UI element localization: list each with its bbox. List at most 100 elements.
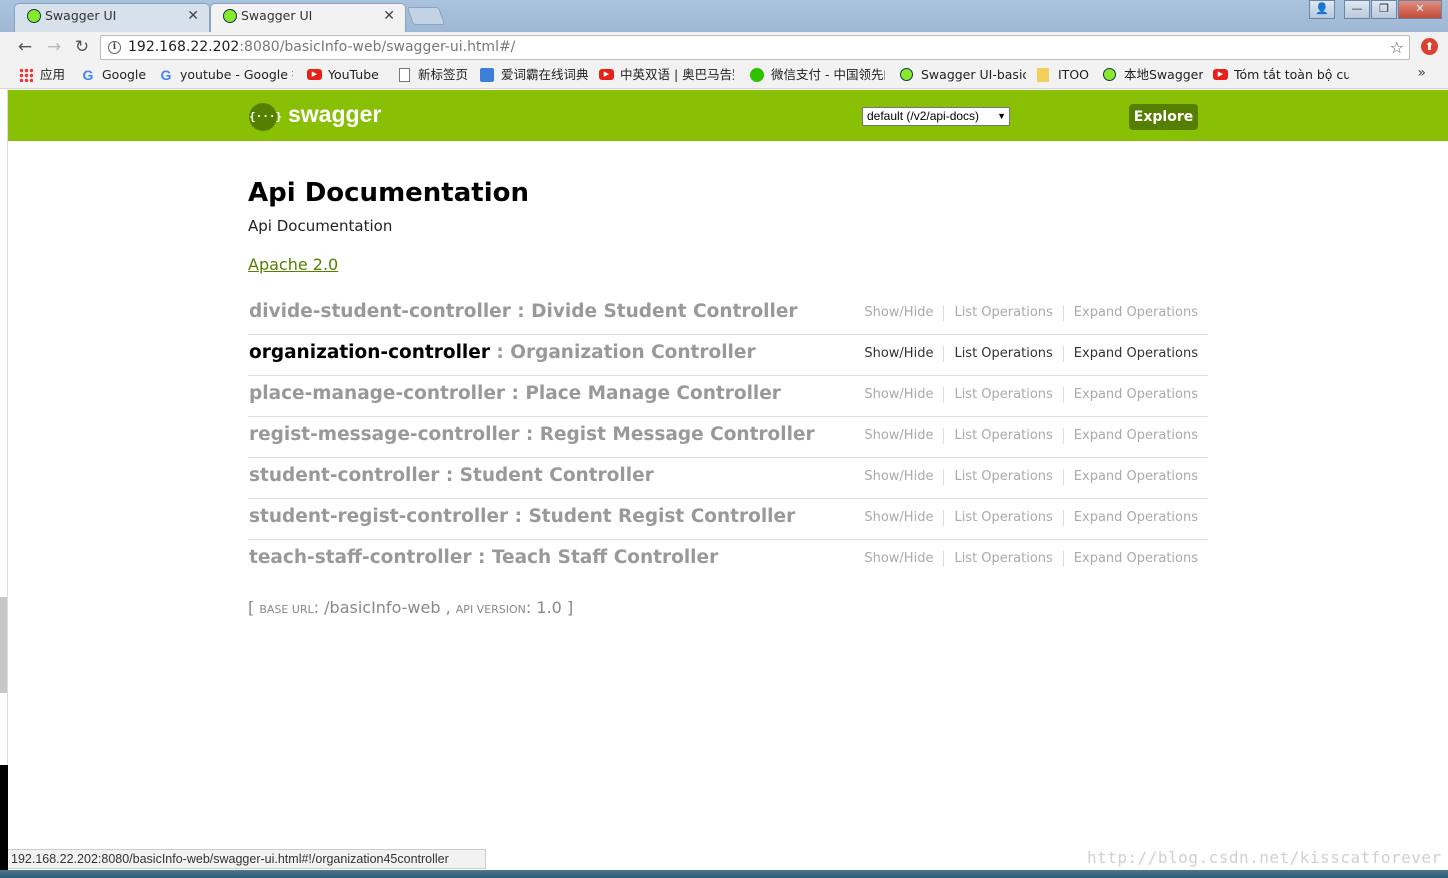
list-operations-link[interactable]: List Operations (943, 387, 1062, 403)
left-scrollbar (0, 89, 8, 878)
bookmark-tom-tat[interactable]: ▶ Tóm tắt toàn bộ cuộc (1213, 66, 1349, 84)
resource-heading[interactable]: teach-staff-controller : Teach Staff Con… (249, 547, 718, 568)
url-host: 192.168.22.202 (128, 39, 240, 55)
list-operations-link[interactable]: List Operations (943, 305, 1062, 321)
resource-heading[interactable]: student-controller : Student Controller (249, 465, 654, 486)
bookmarks-overflow-icon[interactable]: » (1417, 65, 1426, 81)
expand-operations-link[interactable]: Expand Operations (1062, 469, 1208, 485)
api-title: Api Documentation (248, 178, 529, 208)
swagger-logo-icon[interactable]: {···} (249, 103, 282, 131)
status-bar-url: 192.168.22.202:8080/basicInfo-web/swagge… (8, 849, 486, 869)
tab-close-icon[interactable]: ✕ (187, 4, 199, 28)
list-operations-link[interactable]: List Operations (943, 346, 1062, 362)
folder-icon (1037, 68, 1049, 82)
resource-name[interactable]: teach-staff-controller (249, 547, 472, 568)
resource-separator: : (510, 301, 532, 322)
show-hide-link[interactable]: Show/Hide (854, 510, 943, 526)
info-icon[interactable]: i (108, 41, 121, 54)
youtube-icon: ▶ (307, 69, 322, 80)
resource-name[interactable]: organization-controller (249, 342, 490, 363)
expand-operations-link[interactable]: Expand Operations (1062, 428, 1208, 444)
show-hide-link[interactable]: Show/Hide (854, 346, 943, 362)
expand-operations-link[interactable]: Expand Operations (1062, 305, 1208, 321)
bookmark-obama[interactable]: ▶ 中英双语 | 奥巴马告别 (599, 66, 734, 84)
new-tab-button[interactable] (406, 7, 446, 25)
bookmark-new-tab[interactable]: 新标签页 (397, 66, 469, 84)
resource-name[interactable]: regist-message-controller (249, 424, 519, 445)
list-operations-link[interactable]: List Operations (943, 551, 1062, 567)
resource-divide-student-controller: divide-student-controller : Divide Stude… (248, 294, 1208, 335)
resource-heading[interactable]: regist-message-controller : Regist Messa… (249, 424, 815, 445)
explore-button[interactable]: Explore (1129, 104, 1198, 130)
swagger-page: {···} swagger default (/v2/api-docs) ▼ E… (8, 90, 1448, 870)
show-hide-link[interactable]: Show/Hide (854, 469, 943, 485)
expand-operations-link[interactable]: Expand Operations (1062, 387, 1208, 403)
tab-swagger-ui-1[interactable]: Swagger UI ✕ (14, 3, 210, 32)
maximize-button[interactable]: ❐ (1371, 0, 1397, 19)
bookmark-label: 应用 (40, 67, 66, 82)
dictionary-icon (480, 68, 494, 82)
bookmark-wechat-pay[interactable]: 微信支付 - 中国领先的 (750, 66, 885, 84)
bookmark-swagger-ui-basic[interactable]: Swagger UI-basic (900, 66, 1026, 84)
license-link[interactable]: Apache 2.0 (248, 255, 338, 274)
show-hide-link[interactable]: Show/Hide (854, 387, 943, 403)
youtube-icon: ▶ (1213, 69, 1228, 80)
user-profile-icon[interactable]: 👤 (1309, 0, 1335, 19)
bookmark-youtube-google[interactable]: Gyoutube - Google 搜 (159, 66, 293, 84)
dropdown-caret-icon: ▼ (997, 111, 1006, 121)
apps-icon (19, 68, 33, 82)
resource-description: Regist Message Controller (539, 424, 815, 445)
list-operations-link[interactable]: List Operations (943, 428, 1062, 444)
resource-heading[interactable]: place-manage-controller : Place Manage C… (249, 383, 781, 404)
os-taskbar (0, 870, 1448, 878)
resource-teach-staff-controller: teach-staff-controller : Teach Staff Con… (248, 540, 1208, 581)
expand-operations-link[interactable]: Expand Operations (1062, 346, 1208, 362)
browser-toolbar: ← → ↻ i 192.168.22.202:8080/basicInfo-we… (0, 32, 1448, 62)
list-operations-link[interactable]: List Operations (943, 510, 1062, 526)
bookmark-apps[interactable]: 应用 (19, 66, 69, 84)
url-text[interactable]: 192.168.22.202:8080/basicInfo-web/swagge… (128, 36, 515, 59)
window-controls: 👤 — ❐ ✕ (1308, 0, 1442, 20)
resource-operations: Show/Hide List Operations Expand Operation… (854, 469, 1208, 485)
spec-select[interactable]: default (/v2/api-docs) ▼ (862, 107, 1010, 126)
resource-heading[interactable]: divide-student-controller : Divide Stude… (249, 301, 798, 322)
resource-separator: : (505, 383, 526, 404)
resource-name[interactable]: student-regist-controller (249, 506, 508, 527)
forward-arrow-icon[interactable]: → (43, 36, 65, 58)
bookmark-google[interactable]: G Google (81, 66, 147, 84)
page-icon (399, 68, 410, 82)
extension-icon[interactable]: ⬆ (1421, 38, 1438, 55)
bookmark-local-swagger[interactable]: 本地Swagger (1103, 66, 1203, 84)
show-hide-link[interactable]: Show/Hide (854, 305, 943, 321)
swagger-favicon-icon (223, 9, 237, 23)
list-operations-link[interactable]: List Operations (943, 469, 1062, 485)
show-hide-link[interactable]: Show/Hide (854, 551, 943, 567)
bookmark-youtube[interactable]: ▶ YouTube (307, 66, 385, 84)
swagger-header: {···} swagger default (/v2/api-docs) ▼ E… (8, 90, 1448, 141)
close-window-button[interactable]: ✕ (1398, 0, 1442, 19)
scrollbar-thumb[interactable] (0, 597, 7, 693)
bookmark-star-icon[interactable]: ☆ (1390, 36, 1404, 59)
tab-close-icon[interactable]: ✕ (383, 4, 395, 28)
resource-name[interactable]: place-manage-controller (249, 383, 505, 404)
footer-comma: , (440, 598, 456, 617)
resource-heading[interactable]: student-regist-controller : Student Regi… (249, 506, 795, 527)
bookmarks-bar: 应用 G Google Gyoutube - Google 搜 ▶ YouTube … (0, 62, 1448, 89)
back-arrow-icon[interactable]: ← (14, 36, 36, 58)
minimize-button[interactable]: — (1344, 0, 1370, 19)
expand-operations-link[interactable]: Expand Operations (1062, 551, 1208, 567)
tab-swagger-ui-2[interactable]: Swagger UI ✕ (210, 3, 406, 32)
resource-description: Student Controller (459, 465, 654, 486)
expand-operations-link[interactable]: Expand Operations (1062, 510, 1208, 526)
swagger-logo-text[interactable]: swagger (288, 101, 381, 128)
show-hide-link[interactable]: Show/Hide (854, 428, 943, 444)
resource-operations: Show/Hide List Operations Expand Operation… (854, 305, 1208, 321)
address-bar[interactable]: i 192.168.22.202:8080/basicInfo-web/swag… (100, 35, 1410, 60)
reload-icon[interactable]: ↻ (71, 36, 93, 58)
swagger-icon (900, 68, 913, 81)
resource-name[interactable]: divide-student-controller (249, 301, 511, 322)
resource-heading[interactable]: organization-controller : Organization C… (249, 342, 756, 363)
resource-name[interactable]: student-controller (249, 465, 439, 486)
bookmark-iciba[interactable]: 爱词霸在线词典 (480, 66, 588, 84)
bookmark-itoo[interactable]: ITOO (1037, 66, 1093, 84)
